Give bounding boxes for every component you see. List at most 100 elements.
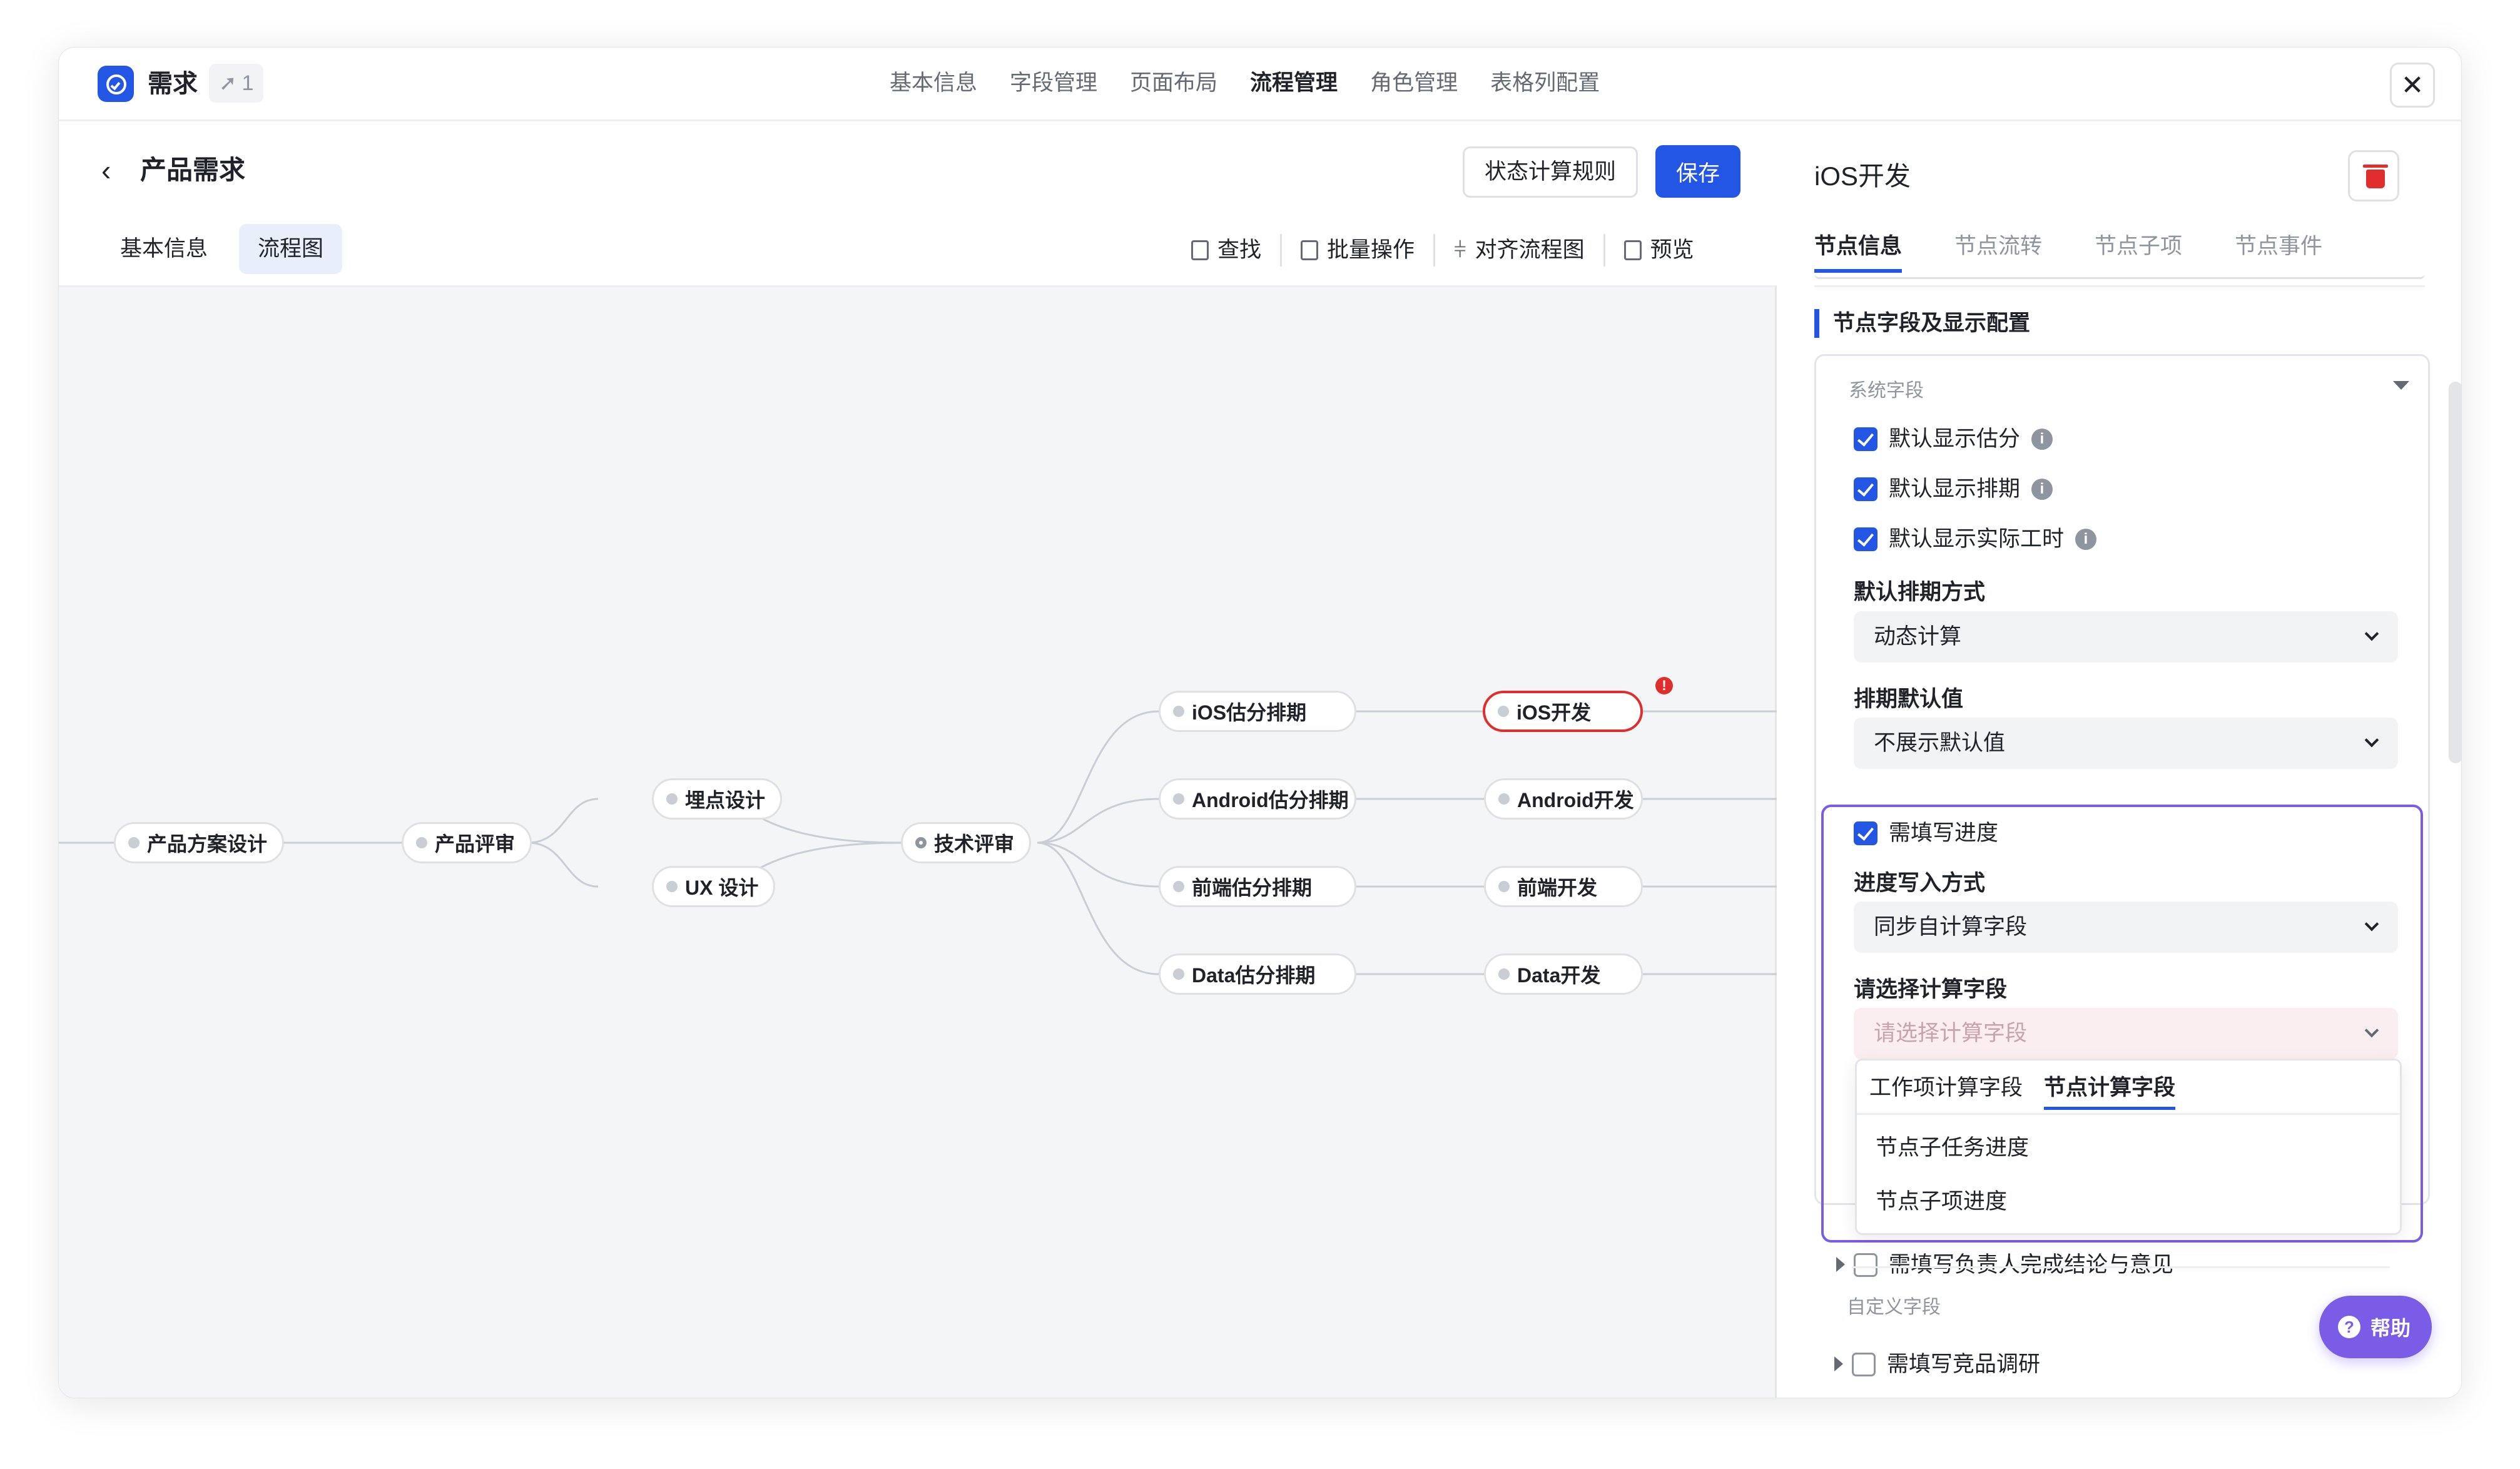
- schedule-default-select[interactable]: 不展示默认值: [1854, 718, 2398, 769]
- calc-field-label: 请选择计算字段: [1854, 977, 2008, 1002]
- node-status-dot: [1498, 793, 1510, 805]
- flow-node-android-dev[interactable]: Android开发: [1484, 778, 1643, 820]
- dropdown-option[interactable]: 节点子项进度: [1876, 1183, 2007, 1221]
- progress-required-label: 需填写进度: [1889, 821, 1999, 845]
- find-tool[interactable]: 查找: [1172, 233, 1280, 268]
- schedule-checkbox-row[interactable]: 默认显示排期 i: [1854, 474, 2053, 505]
- conclusion-required-row[interactable]: 需填写负责人完成结论与意见: [1854, 1249, 2173, 1281]
- back-chevron-icon[interactable]: ‹: [101, 155, 111, 186]
- tab-role-management[interactable]: 角色管理: [1370, 63, 1458, 104]
- node-label: 产品评审: [435, 833, 516, 855]
- schedule-mode-label: 默认排期方式: [1854, 580, 1986, 604]
- save-button[interactable]: 保存: [1655, 145, 1740, 198]
- progress-required-checkbox[interactable]: [1854, 821, 1877, 845]
- share-count: 1: [241, 71, 254, 95]
- flow-node-ios-dev[interactable]: iOS开发: [1483, 691, 1643, 732]
- view-tab-basic-info[interactable]: 基本信息: [101, 224, 226, 274]
- progress-mode-value: 同步自计算字段: [1874, 915, 2028, 939]
- tab-field-management[interactable]: 字段管理: [1010, 63, 1097, 104]
- selected-node-name: iOS开发: [1814, 161, 1911, 191]
- progress-required-row[interactable]: 需填写进度: [1854, 818, 1998, 849]
- preview-icon: [1623, 240, 1642, 260]
- flow-node-ios-estimate[interactable]: iOS估分排期: [1159, 691, 1356, 732]
- preview-tool[interactable]: 预览: [1605, 233, 1713, 268]
- info-icon[interactable]: i: [2075, 529, 2097, 550]
- dropdown-option[interactable]: 节点子任务进度: [1876, 1129, 2029, 1167]
- node-label: 技术评审: [934, 833, 1015, 855]
- tab-basic-info[interactable]: 基本信息: [890, 63, 977, 104]
- node-label: UX 设计: [685, 877, 759, 899]
- actual-hours-checkbox[interactable]: [1854, 527, 1877, 551]
- expand-triangle-icon[interactable]: [1834, 1356, 1843, 1371]
- calc-field-select[interactable]: 请选择计算字段: [1854, 1008, 2398, 1059]
- tab-table-column-config[interactable]: 表格列配置: [1490, 63, 1600, 104]
- share-badge[interactable]: ➚ 1: [209, 64, 264, 103]
- info-icon[interactable]: i: [2031, 479, 2053, 500]
- tab-node-info[interactable]: 节点信息: [1814, 224, 1903, 273]
- flow-node-frontend-estimate[interactable]: 前端估分排期: [1159, 866, 1356, 907]
- actual-hours-checkbox-row[interactable]: 默认显示实际工时 i: [1854, 524, 2097, 555]
- dropdown-tab-node-fields[interactable]: 节点计算字段: [2044, 1069, 2176, 1110]
- canvas-toolbar: 查找 批量操作 ⫩ 对齐流程图 预览: [1172, 233, 1713, 268]
- view-tab-flowchart[interactable]: 流程图: [239, 224, 343, 274]
- top-bar: 需求 ➚ 1 基本信息 字段管理 页面布局 流程管理 角色管理 表格列配置 ✕: [59, 48, 2461, 121]
- node-status-dot: [416, 837, 427, 848]
- flow-node-frontend-dev[interactable]: 前端开发: [1484, 866, 1643, 907]
- batch-copy-icon: [1301, 240, 1319, 260]
- tab-workflow-management[interactable]: 流程管理: [1250, 63, 1338, 104]
- flow-node-ux-design[interactable]: UX 设计: [652, 866, 776, 907]
- close-button[interactable]: ✕: [2390, 63, 2435, 108]
- conclusion-required-checkbox[interactable]: [1854, 1253, 1877, 1277]
- tab-node-events[interactable]: 节点事件: [2235, 224, 2322, 273]
- competitor-research-row[interactable]: 需填写竞品调研: [1852, 1349, 2040, 1380]
- flow-node-data-dev[interactable]: Data开发: [1484, 953, 1643, 995]
- node-label: Data估分排期: [1192, 964, 1316, 987]
- tab-node-subitems[interactable]: 节点子项: [2095, 224, 2182, 273]
- system-fields-group: 系统字段 默认显示估分 i 默认显示排期 i 默认显示实际工时 i 默认排期方式…: [1814, 354, 2430, 1277]
- collapse-caret-icon[interactable]: [2393, 381, 2409, 390]
- flow-node-tracking-design[interactable]: 埋点设计: [652, 778, 783, 820]
- estimate-checkbox[interactable]: [1854, 427, 1877, 451]
- chevron-down-icon: [2364, 917, 2379, 932]
- schedule-checkbox[interactable]: [1854, 477, 1877, 501]
- info-icon[interactable]: i: [2031, 429, 2053, 450]
- panel-scrollbar[interactable]: [2449, 382, 2461, 763]
- flow-node-tech-review[interactable]: 技术评审: [901, 822, 1032, 863]
- group-divider: [1852, 1266, 2390, 1268]
- node-status-dot: [1173, 793, 1184, 805]
- estimate-checkbox-row[interactable]: 默认显示估分 i: [1854, 424, 2053, 455]
- batch-label: 批量操作: [1327, 238, 1415, 262]
- node-status-dot: [1498, 706, 1509, 717]
- tab-node-transition[interactable]: 节点流转: [1954, 224, 2042, 273]
- custom-fields-label: 自定义字段: [1847, 1297, 1941, 1318]
- schedule-mode-value: 动态计算: [1874, 624, 1962, 649]
- dropdown-tab-workitem-fields[interactable]: 工作项计算字段: [1869, 1069, 2023, 1110]
- tab-page-layout[interactable]: 页面布局: [1130, 63, 1217, 104]
- flow-node-android-estimate[interactable]: Android估分排期: [1159, 778, 1356, 820]
- competitor-research-checkbox[interactable]: [1852, 1353, 1876, 1376]
- workflow-editor-window: 需求 ➚ 1 基本信息 字段管理 页面布局 流程管理 角色管理 表格列配置 ✕ …: [58, 47, 2462, 1398]
- delete-node-button[interactable]: [2348, 150, 2399, 201]
- flow-canvas[interactable]: 产品方案设计 产品评审 埋点设计 UX 设计 技术评审 iOS估分排期 Andr…: [59, 285, 1777, 1398]
- flow-node-data-estimate[interactable]: Data估分排期: [1159, 953, 1356, 995]
- expand-triangle-icon[interactable]: [1836, 1257, 1845, 1272]
- schedule-label: 默认显示排期: [1889, 477, 2021, 501]
- schedule-mode-select[interactable]: 动态计算: [1854, 611, 2398, 663]
- panel-divider: [1814, 285, 2425, 287]
- node-label: Android估分排期: [1192, 789, 1349, 811]
- flow-node-product-design[interactable]: 产品方案设计: [114, 822, 285, 863]
- node-status-dot: [666, 881, 678, 892]
- preview-label: 预览: [1650, 238, 1694, 262]
- help-button[interactable]: ? 帮助: [2319, 1296, 2432, 1358]
- status-rule-button[interactable]: 状态计算规则: [1463, 146, 1639, 198]
- batch-operation-tool[interactable]: 批量操作: [1282, 233, 1433, 268]
- node-label: 前端开发: [1517, 877, 1598, 899]
- chevron-down-icon: [2364, 1023, 2379, 1038]
- align-label: 对齐流程图: [1475, 238, 1585, 262]
- flow-node-product-review[interactable]: 产品评审: [402, 822, 532, 863]
- node-label: 产品方案设计: [147, 833, 268, 855]
- app-title: 需求: [148, 70, 198, 98]
- align-flowchart-tool[interactable]: ⫩ 对齐流程图: [1435, 233, 1603, 268]
- progress-mode-select[interactable]: 同步自计算字段: [1854, 902, 2398, 953]
- node-status-dot: [1498, 968, 1510, 980]
